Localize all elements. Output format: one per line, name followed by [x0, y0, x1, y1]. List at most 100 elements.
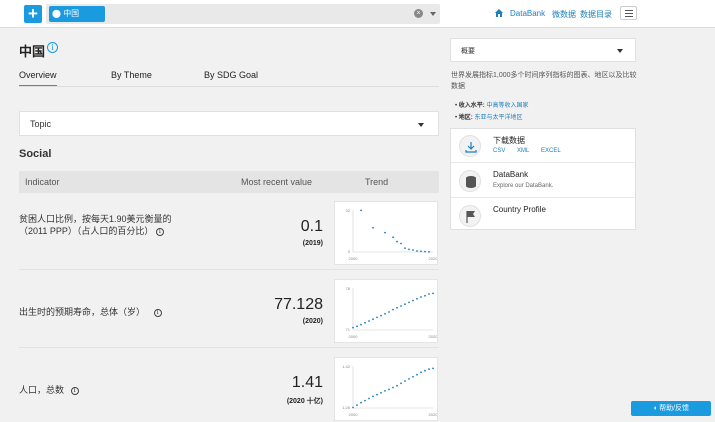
indicator-year: (2020 十亿) — [286, 398, 323, 405]
trend-sparkline[interactable]: 78 71 2000 2020 — [334, 279, 438, 343]
region: • 地区: 东亚与太平洋地区 — [455, 115, 523, 121]
indicator-label[interactable]: 人口，总数 i — [19, 384, 194, 396]
chevron-down-icon — [617, 49, 623, 53]
trend-point — [428, 293, 430, 295]
x-tick-label-end: 2020 — [429, 334, 438, 339]
income-level-label: 收入水平: — [458, 103, 485, 109]
indicator-year: (2020) — [302, 318, 323, 325]
add-button[interactable]: + — [24, 5, 42, 23]
trend-point — [400, 242, 402, 245]
topic-select[interactable]: Topic — [19, 111, 439, 136]
tab-by-theme[interactable]: By Theme — [111, 70, 152, 80]
income-level: • 收入水平: 中高等收入国家 — [455, 103, 529, 109]
y-tick-label-bottom: 71 — [346, 327, 351, 332]
download-links: CSV XML EXCEL — [493, 148, 571, 154]
trend-point — [376, 316, 378, 319]
info-icon[interactable]: i — [70, 386, 79, 395]
download-title: 下载数据 — [493, 136, 525, 145]
download-icon[interactable] — [459, 135, 481, 157]
trend-point — [360, 209, 362, 212]
trend-point — [380, 314, 382, 317]
info-icon[interactable]: i — [47, 42, 58, 53]
hamburger-menu-icon[interactable] — [620, 6, 637, 20]
page-title: 中国 — [19, 44, 46, 59]
help-feedback-button[interactable]: ◖ 帮助/反馈 — [631, 401, 711, 416]
indicator-value: 1.41 — [291, 374, 323, 391]
trend-point — [392, 308, 394, 311]
trend-sparkline[interactable]: 1.42 1.26 2000 2020 — [334, 357, 438, 421]
resource-cards: 下载数据 CSV XML EXCEL DataBank Explore our … — [450, 128, 636, 230]
country-search[interactable]: ⬤ 中国 × — [46, 4, 440, 24]
trend-point — [416, 373, 418, 376]
trend-point — [424, 250, 426, 253]
trend-point — [420, 371, 422, 374]
trend-point — [424, 369, 426, 372]
trend-point — [412, 299, 414, 302]
trend-point — [384, 231, 386, 234]
country-profile-card[interactable]: Country Profile — [451, 199, 635, 233]
table-row: 人口，总数 i 1.41 (2020 十亿) 1.42 1.26 2000 2020 — [19, 349, 439, 422]
x-tick-label-start: 2000 — [349, 256, 359, 261]
databank-title: DataBank — [493, 170, 529, 179]
trend-point — [432, 292, 434, 295]
trend-point — [388, 388, 390, 391]
trend-point — [396, 240, 398, 243]
home-icon[interactable] — [494, 8, 504, 18]
tab-overview[interactable]: Overview — [19, 70, 57, 87]
trend-point — [396, 384, 398, 387]
indicator-label[interactable]: 出生时的预期寿命，总体（岁） i — [19, 306, 194, 318]
y-tick-label-top: 78 — [346, 286, 351, 291]
databank-card[interactable]: DataBank Explore our DataBank. — [451, 164, 635, 198]
x-tick-label-end: 2020 — [429, 412, 438, 417]
table-row: 出生时的预期寿命，总体（岁） i 77.128 (2020) 78 71 2000 2… — [19, 271, 439, 348]
trend-point — [372, 226, 374, 229]
region-label: 地区: — [458, 115, 473, 121]
trend-point — [428, 368, 430, 371]
trend-point — [392, 386, 394, 389]
trend-point — [360, 401, 362, 404]
nav-databank[interactable]: DataBank — [510, 9, 545, 18]
table-header: Indicator Most recent value Trend — [19, 171, 439, 193]
overview-select[interactable]: 概要 — [450, 38, 636, 62]
info-icon[interactable]: i — [153, 308, 162, 317]
excel-link[interactable]: EXCEL — [541, 148, 561, 154]
trend-point — [408, 378, 410, 380]
chevron-down-icon — [418, 123, 424, 127]
y-tick-label-top: 1.42 — [342, 364, 351, 369]
trend-point — [416, 297, 418, 300]
trend-point — [364, 321, 366, 324]
indicator-text: 贫困人口比例，按每天1.90美元衡量的（2011 PPP）（占人口的百分比） — [19, 214, 172, 236]
databank-subtitle: Explore our DataBank. — [493, 183, 554, 189]
indicator-text: 出生时的预期寿命，总体（岁） — [19, 307, 146, 317]
clear-icon[interactable]: × — [414, 9, 423, 18]
nav-catalog[interactable]: 数据目录 — [580, 9, 612, 20]
trend-point — [408, 248, 410, 251]
xml-link[interactable]: XML — [517, 148, 529, 154]
csv-link[interactable]: CSV — [493, 148, 505, 154]
overview-select-label: 概要 — [461, 48, 475, 55]
trend-point — [380, 391, 382, 394]
location-pin-icon: ⬤ — [52, 9, 64, 18]
indicator-label[interactable]: 贫困人口比例，按每天1.90美元衡量的（2011 PPP）（占人口的百分比） i — [19, 213, 194, 237]
trend-point — [400, 382, 402, 385]
chevron-down-icon[interactable] — [430, 12, 436, 16]
help-feedback-label: 帮助/反馈 — [659, 405, 690, 412]
trend-point — [432, 367, 434, 370]
trend-point — [376, 393, 378, 396]
income-level-link[interactable]: 中高等收入国家 — [486, 103, 528, 109]
y-tick-label-top: 32 — [346, 208, 351, 213]
trend-point — [352, 326, 354, 329]
country-chip[interactable]: ⬤ 中国 — [49, 6, 106, 22]
x-tick-label-end: 2020 — [429, 256, 438, 261]
y-tick-label-bottom: 1.26 — [342, 405, 351, 410]
info-icon[interactable]: i — [155, 227, 164, 236]
nav-microdata[interactable]: 微数据 — [552, 9, 576, 20]
tab-by-sdg-goal[interactable]: By SDG Goal — [204, 70, 258, 80]
trend-sparkline[interactable]: 32 0 2000 2020 — [334, 201, 438, 265]
trend-point — [420, 296, 422, 298]
region-link[interactable]: 东亚与太平洋地区 — [474, 115, 522, 121]
tab-divider — [19, 86, 439, 87]
download-card: 下载数据 CSV XML EXCEL — [451, 129, 635, 163]
indicator-value: 0.1 — [300, 218, 323, 235]
trend-point — [396, 306, 398, 309]
